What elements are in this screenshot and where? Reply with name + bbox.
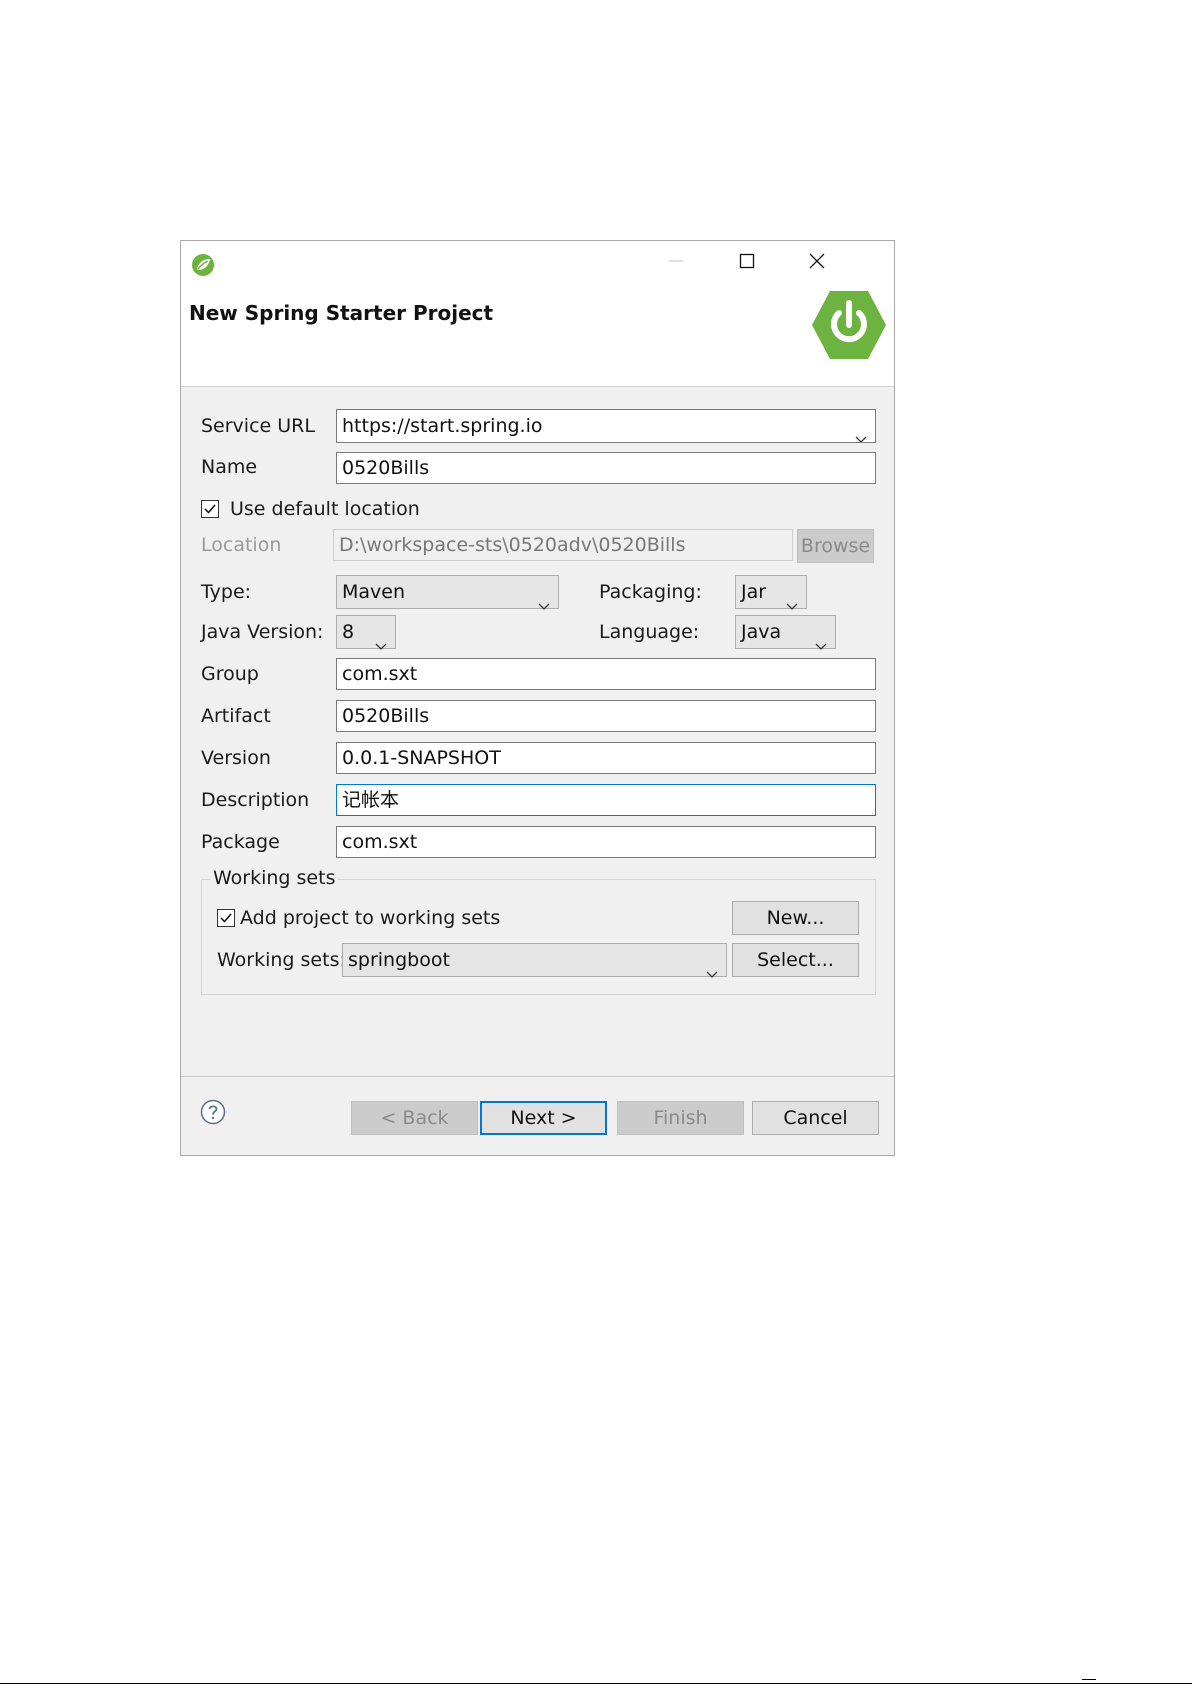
packaging-label: Packaging: [599, 581, 702, 603]
type-label: Type: [201, 581, 252, 603]
type-select[interactable]: Maven [336, 575, 559, 610]
chevron-down-icon [855, 422, 867, 442]
dialog-title: New Spring Starter Project [189, 301, 494, 325]
description-label: Description [201, 789, 310, 811]
help-icon[interactable] [200, 1099, 226, 1129]
java-version-value: 8 [342, 621, 355, 643]
service-url-combo[interactable]: https://start.spring.io [336, 409, 876, 443]
maximize-icon [739, 253, 755, 273]
type-value: Maven [342, 581, 406, 603]
working-sets-group-title: Working sets [210, 867, 339, 889]
close-icon [809, 253, 825, 273]
back-button: < Back [351, 1101, 478, 1135]
maximize-button[interactable] [727, 249, 767, 277]
select-working-sets-button[interactable]: Select... [732, 943, 859, 977]
packaging-select[interactable]: Jar [735, 575, 807, 610]
minimize-icon [668, 253, 684, 273]
chevron-down-icon [706, 957, 718, 989]
location-field: D:\workspace-sts\0520adv\0520Bills [333, 529, 793, 561]
chevron-down-icon [815, 629, 827, 661]
next-button[interactable]: Next > [480, 1101, 607, 1135]
location-label: Location [201, 534, 282, 556]
service-url-label: Service URL [201, 415, 315, 437]
description-field[interactable]: 记帐本 [336, 784, 876, 816]
artifact-field[interactable]: 0520Bills [336, 700, 876, 732]
chevron-down-icon [375, 629, 387, 661]
java-version-label: Java Version: [201, 621, 324, 643]
working-sets-value: springboot [348, 949, 450, 971]
name-label: Name [201, 456, 258, 478]
close-button[interactable] [797, 249, 837, 277]
checkmark-icon [220, 913, 232, 923]
language-select[interactable]: Java [735, 615, 836, 650]
package-label: Package [201, 831, 280, 853]
language-value: Java [741, 621, 782, 643]
browse-button: Browse [797, 529, 874, 563]
artifact-label: Artifact [201, 705, 271, 727]
name-field[interactable]: 0520Bills [336, 452, 876, 484]
cancel-button[interactable]: Cancel [752, 1101, 879, 1135]
package-field[interactable]: com.sxt [336, 826, 876, 858]
version-label: Version [201, 747, 271, 769]
java-version-select[interactable]: 8 [336, 615, 396, 650]
finish-button: Finish [617, 1101, 744, 1135]
footer-separator [181, 1076, 894, 1077]
use-default-location-checkbox[interactable] [201, 500, 219, 518]
add-to-working-sets-label: Add project to working sets [240, 907, 501, 929]
packaging-value: Jar [741, 581, 767, 603]
chevron-down-icon [538, 589, 550, 621]
working-sets-label: Working sets: [217, 949, 346, 971]
service-url-value: https://start.spring.io [342, 415, 543, 437]
working-sets-select[interactable]: springboot [342, 943, 727, 978]
dialog-header: New Spring Starter Project [181, 241, 894, 387]
page-bottom-mark [1082, 1679, 1096, 1680]
version-field[interactable]: 0.0.1-SNAPSHOT [336, 742, 876, 774]
working-sets-group [201, 879, 876, 995]
spring-power-logo [811, 289, 887, 365]
new-working-set-button[interactable]: New... [732, 901, 859, 935]
use-default-location-label: Use default location [230, 498, 420, 520]
group-field[interactable]: com.sxt [336, 658, 876, 690]
new-spring-starter-project-dialog: New Spring Starter Project Service URL h… [180, 240, 895, 1156]
spring-leaf-icon [191, 253, 215, 281]
checkmark-icon [204, 504, 216, 514]
page-bottom-rule [0, 1683, 1192, 1684]
add-to-working-sets-checkbox[interactable] [217, 909, 235, 927]
minimize-button[interactable] [656, 249, 696, 277]
group-label: Group [201, 663, 259, 685]
language-label: Language: [599, 621, 700, 643]
